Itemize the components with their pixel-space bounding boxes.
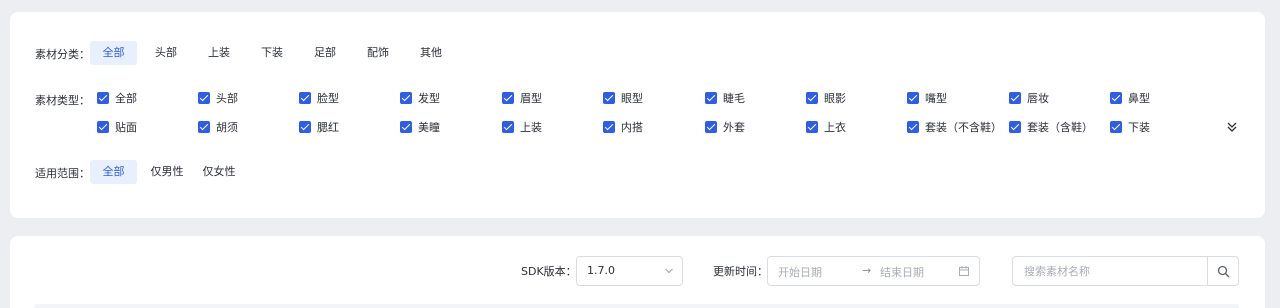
checkbox-label: 胡须 bbox=[216, 121, 238, 134]
type-checkbox-mouth[interactable]: 嘴型 bbox=[907, 90, 947, 106]
checkbox-label: 外套 bbox=[723, 121, 745, 134]
scope-chip-male-only[interactable]: 仅男性 bbox=[144, 160, 190, 184]
type-checkbox-coat[interactable]: 外套 bbox=[705, 119, 745, 135]
checkbox-checked-icon bbox=[400, 121, 412, 133]
checkbox-label: 贴面 bbox=[115, 121, 137, 134]
checkbox-label: 眼型 bbox=[621, 92, 643, 105]
checkbox-label: 腮红 bbox=[317, 121, 339, 134]
type-checkbox-suit-no-shoes[interactable]: 套装（不含鞋） bbox=[907, 119, 1002, 135]
category-chip-other[interactable]: 其他 bbox=[411, 41, 451, 65]
checkbox-label: 美瞳 bbox=[418, 121, 440, 134]
checkbox-label: 内搭 bbox=[621, 121, 643, 134]
scope-chip-female-only[interactable]: 仅女性 bbox=[196, 160, 242, 184]
range-arrow-icon: → bbox=[862, 264, 872, 277]
checkbox-checked-icon bbox=[705, 121, 717, 133]
category-chip-all[interactable]: 全部 bbox=[90, 41, 137, 65]
scope-label: 适用范围： bbox=[35, 167, 90, 180]
date-range-picker[interactable]: 开始日期 → 结束日期 bbox=[767, 256, 980, 286]
checkbox-label: 头部 bbox=[216, 92, 238, 105]
checkbox-checked-icon bbox=[198, 121, 210, 133]
checkbox-checked-icon bbox=[299, 92, 311, 104]
type-checkbox-shirt[interactable]: 上衣 bbox=[806, 119, 846, 135]
category-chip-bottom[interactable]: 下装 bbox=[252, 41, 292, 65]
category-chip-top[interactable]: 上装 bbox=[199, 41, 239, 65]
calendar-icon bbox=[959, 266, 969, 276]
table-header bbox=[34, 304, 1239, 308]
checkbox-checked-icon bbox=[299, 121, 311, 133]
checkbox-checked-icon bbox=[806, 92, 818, 104]
type-checkbox-head[interactable]: 头部 bbox=[198, 90, 238, 106]
checkbox-checked-icon bbox=[198, 92, 210, 104]
checkbox-label: 睫毛 bbox=[723, 92, 745, 105]
checkbox-label: 嘴型 bbox=[925, 92, 947, 105]
checkbox-checked-icon bbox=[1110, 92, 1122, 104]
checkbox-label: 脸型 bbox=[317, 92, 339, 105]
update-time-label: 更新时间： bbox=[713, 265, 768, 278]
type-checkbox-bottom[interactable]: 下装 bbox=[1110, 119, 1150, 135]
type-checkbox-top[interactable]: 上装 bbox=[502, 119, 542, 135]
checkbox-checked-icon bbox=[806, 121, 818, 133]
checkbox-checked-icon bbox=[907, 121, 919, 133]
type-checkbox-eye[interactable]: 眼型 bbox=[603, 90, 643, 106]
checkbox-checked-icon bbox=[97, 121, 109, 133]
checkbox-label: 上装 bbox=[520, 121, 542, 134]
start-date-input[interactable]: 开始日期 bbox=[778, 264, 822, 280]
checkbox-label: 全部 bbox=[115, 92, 137, 105]
type-checkbox-innerwear[interactable]: 内搭 bbox=[603, 119, 643, 135]
scope-chip-all[interactable]: 全部 bbox=[90, 160, 137, 184]
category-chip-accessory[interactable]: 配饰 bbox=[358, 41, 398, 65]
checkbox-checked-icon bbox=[400, 92, 412, 104]
double-chevron-down-icon[interactable] bbox=[1224, 119, 1240, 135]
type-checkbox-beard[interactable]: 胡须 bbox=[198, 119, 238, 135]
category-label: 素材分类： bbox=[35, 48, 90, 61]
type-checkbox-eyeshadow[interactable]: 眼影 bbox=[806, 90, 846, 106]
type-checkbox-lip[interactable]: 唇妆 bbox=[1009, 90, 1049, 106]
end-date-input[interactable]: 结束日期 bbox=[880, 264, 924, 280]
sdk-version-value: 1.7.0 bbox=[587, 264, 615, 277]
type-checkbox-lash[interactable]: 睫毛 bbox=[705, 90, 745, 106]
checkbox-label: 套装（不含鞋） bbox=[925, 121, 1002, 134]
chevron-down-icon bbox=[665, 268, 673, 274]
type-checkbox-decal[interactable]: 贴面 bbox=[97, 119, 137, 135]
checkbox-checked-icon bbox=[1009, 92, 1021, 104]
checkbox-checked-icon bbox=[603, 121, 615, 133]
checkbox-label: 眉型 bbox=[520, 92, 542, 105]
checkbox-checked-icon bbox=[502, 121, 514, 133]
type-checkbox-hair[interactable]: 发型 bbox=[400, 90, 440, 106]
checkbox-checked-icon bbox=[1009, 121, 1021, 133]
sdk-version-select[interactable]: 1.7.0 bbox=[576, 256, 683, 286]
checkbox-label: 鼻型 bbox=[1128, 92, 1150, 105]
checkbox-label: 上衣 bbox=[824, 121, 846, 134]
checkbox-checked-icon bbox=[502, 92, 514, 104]
checkbox-label: 发型 bbox=[418, 92, 440, 105]
checkbox-label: 唇妆 bbox=[1027, 92, 1049, 105]
type-checkbox-suit-with-shoes[interactable]: 套装（含鞋） bbox=[1009, 119, 1093, 135]
type-checkbox-lens[interactable]: 美瞳 bbox=[400, 119, 440, 135]
search-button[interactable] bbox=[1207, 257, 1238, 285]
type-checkbox-all[interactable]: 全部 bbox=[97, 90, 137, 106]
type-checkbox-nose[interactable]: 鼻型 bbox=[1110, 90, 1150, 106]
material-search bbox=[1012, 256, 1239, 286]
checkbox-checked-icon bbox=[705, 92, 717, 104]
search-input[interactable] bbox=[1013, 257, 1208, 285]
checkbox-checked-icon bbox=[907, 92, 919, 104]
checkbox-checked-icon bbox=[603, 92, 615, 104]
checkbox-label: 眼影 bbox=[824, 92, 846, 105]
checkbox-label: 下装 bbox=[1128, 121, 1150, 134]
search-panel: SDK版本： 1.7.0 更新时间： 开始日期 → 结束日期 bbox=[10, 236, 1265, 308]
checkbox-checked-icon bbox=[1110, 121, 1122, 133]
checkbox-label: 套装（含鞋） bbox=[1027, 121, 1093, 134]
search-icon bbox=[1217, 265, 1229, 277]
sdk-version-label: SDK版本： bbox=[521, 265, 577, 278]
checkbox-checked-icon bbox=[97, 92, 109, 104]
category-chip-head[interactable]: 头部 bbox=[146, 41, 186, 65]
type-checkbox-face-shape[interactable]: 脸型 bbox=[299, 90, 339, 106]
type-label: 素材类型： bbox=[35, 94, 90, 107]
filter-panel: 素材分类： 全部 头部 上装 下装 足部 配饰 其他 素材类型： 全部 头部 脸… bbox=[10, 12, 1265, 218]
type-checkbox-blush[interactable]: 腮红 bbox=[299, 119, 339, 135]
type-checkbox-brow[interactable]: 眉型 bbox=[502, 90, 542, 106]
category-chip-feet[interactable]: 足部 bbox=[305, 41, 345, 65]
